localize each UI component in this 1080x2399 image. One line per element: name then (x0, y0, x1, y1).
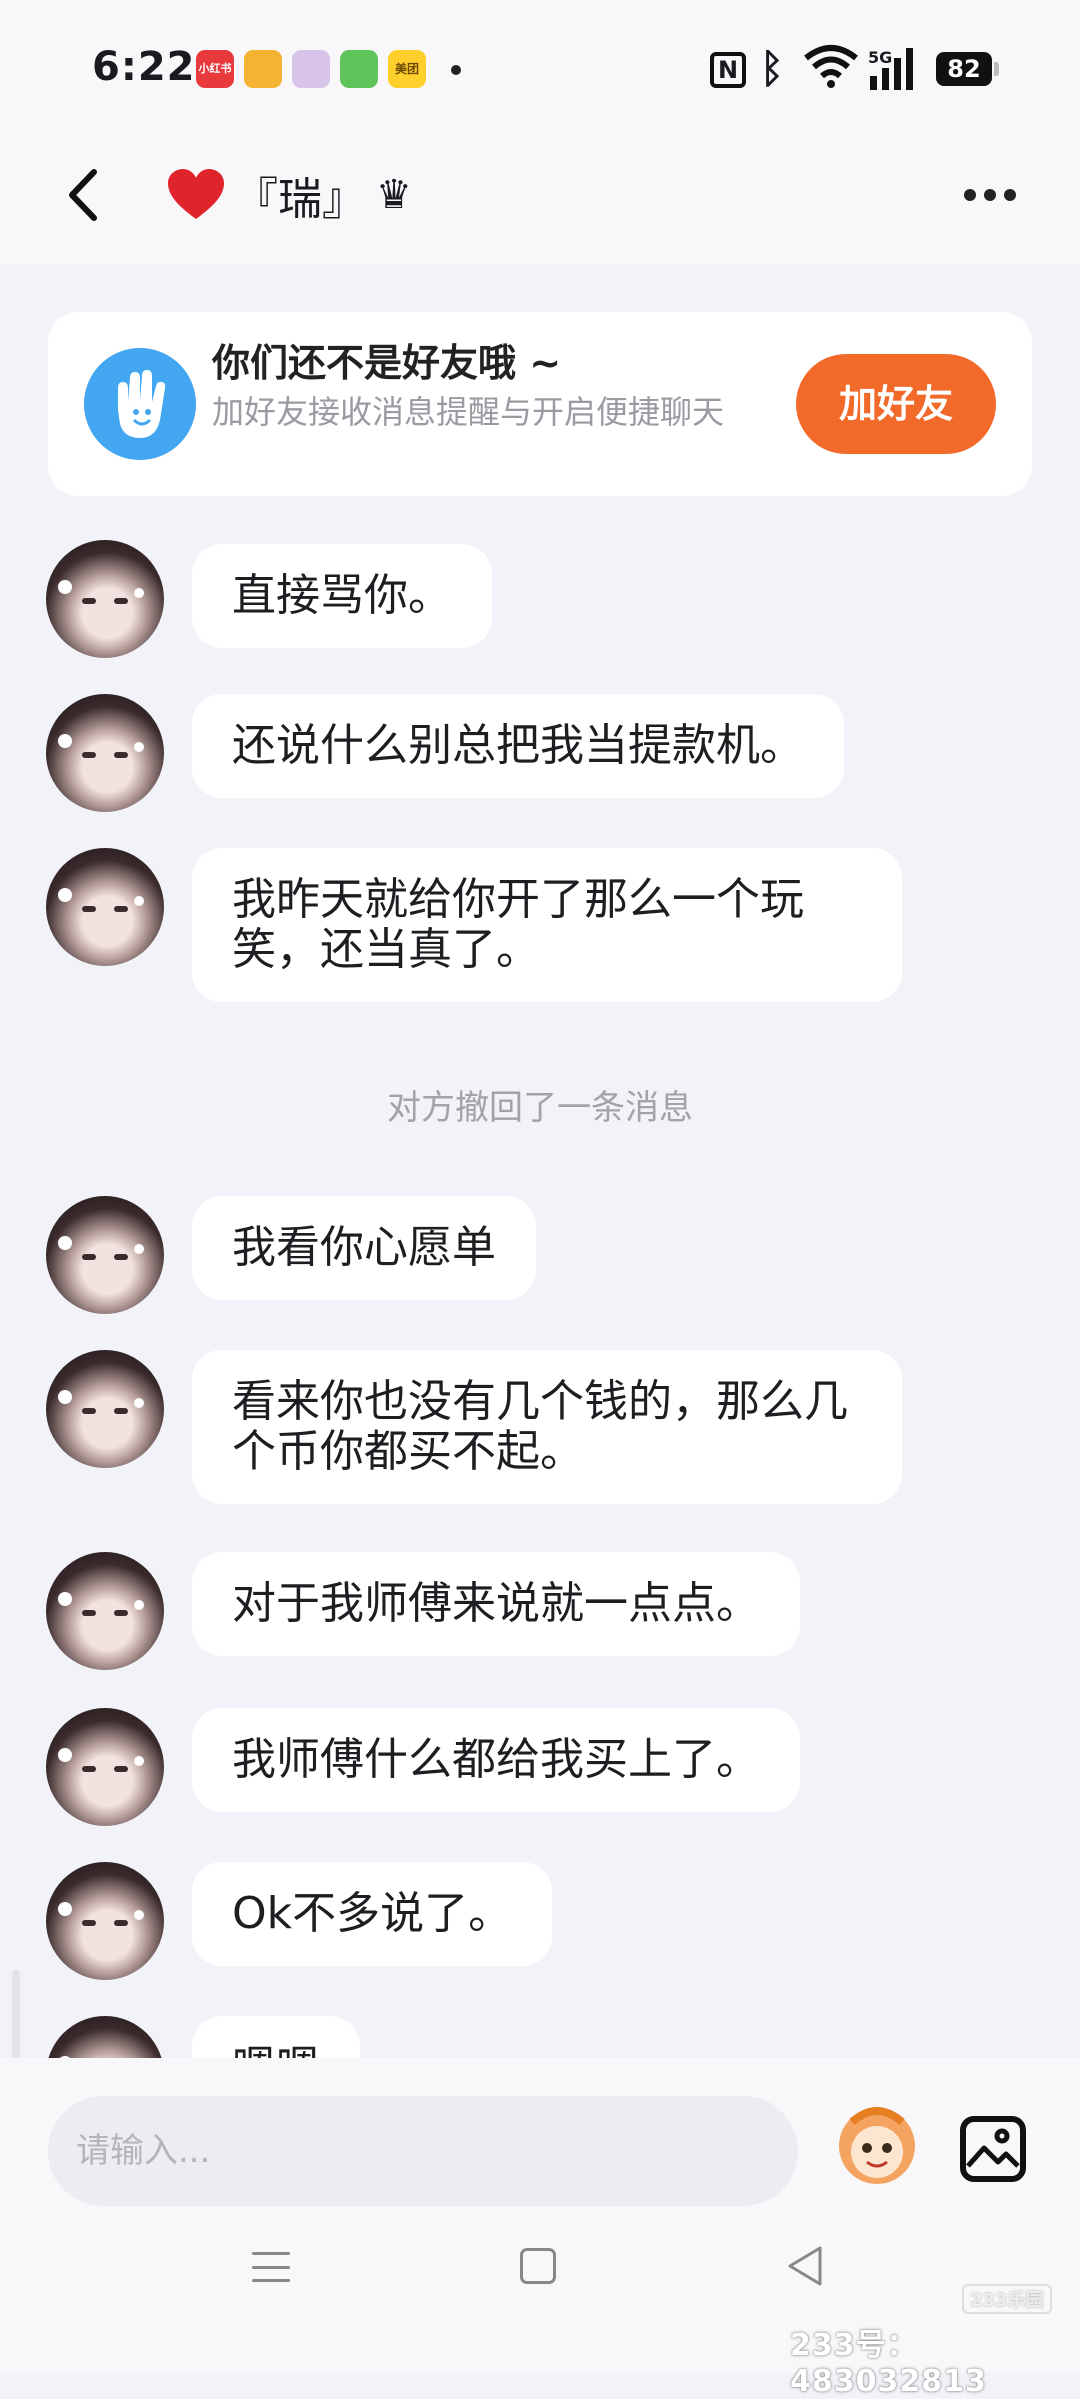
messages-app-icon (340, 50, 378, 88)
sender-avatar[interactable] (46, 694, 164, 812)
message-bubble[interactable]: 对于我师傅来说就一点点。 (192, 1552, 800, 1656)
sender-avatar[interactable] (46, 1196, 164, 1314)
chat-header: 『瑞』 ♛ (0, 150, 1080, 265)
watermark-id: 233号：483032813 (790, 2328, 987, 2399)
sender-avatar[interactable] (46, 1862, 164, 1980)
contact-name: 『瑞』 (234, 174, 366, 225)
back-button[interactable] (60, 160, 110, 230)
banner-subtitle: 加好友接收消息提醒与开启便捷聊天 (212, 393, 725, 431)
wifi-icon (804, 45, 858, 88)
waving-hand-icon (84, 348, 196, 460)
xiaohongshu-app-icon: 小红书 (196, 50, 234, 88)
image-picker-button[interactable] (960, 2116, 1026, 2182)
chat-title: 『瑞』 ♛ (168, 160, 412, 230)
recall-notice: 对方撤回了一条消息 (387, 1088, 693, 1128)
photos-app-icon (292, 50, 330, 88)
sender-avatar[interactable] (46, 540, 164, 658)
crown-icon: ♛ (376, 172, 412, 218)
nav-back-button[interactable] (786, 2244, 826, 2288)
sender-avatar[interactable] (46, 1708, 164, 1826)
monkey-emoji-button[interactable] (834, 2100, 920, 2186)
battery-tip-icon (994, 62, 999, 76)
banner-title: 你们还不是好友哦 ~ (212, 341, 562, 385)
battery-level: 82 (936, 52, 992, 86)
message-input[interactable] (48, 2096, 798, 2206)
nav-recents-button[interactable] (252, 2252, 290, 2282)
sender-avatar[interactable] (46, 1552, 164, 1670)
sender-avatar[interactable] (46, 1350, 164, 1468)
red-heart-icon (168, 169, 224, 219)
image-icon (966, 2128, 1020, 2168)
message-bubble[interactable]: 我看你心愿单 (192, 1196, 536, 1300)
nfc-icon: N (710, 52, 746, 88)
message-bubble[interactable]: 还说什么别总把我当提款机。 (192, 694, 844, 798)
add-friend-banner: 你们还不是好友哦 ~ 加好友接收消息提醒与开启便捷聊天 加好友 (48, 312, 1032, 496)
status-bar: 6:22 小红书 美团 N ᛒ 5G 82 (0, 0, 1080, 150)
meituan-app-icon: 美团 (388, 50, 426, 88)
more-options-button[interactable] (964, 185, 1024, 205)
message-bubble[interactable]: 直接骂你。 (192, 544, 492, 648)
bluetooth-icon: ᛒ (760, 46, 784, 92)
status-time: 6:22 (92, 44, 196, 90)
add-friend-button[interactable]: 加好友 (796, 354, 996, 454)
video-app-icon (244, 50, 282, 88)
message-bubble[interactable]: 看来你也没有几个钱的，那么几个币你都买不起。 (192, 1350, 902, 1504)
message-bubble[interactable]: 我师傅什么都给我买上了。 (192, 1708, 800, 1812)
cellular-signal-icon (870, 48, 913, 90)
message-bubble[interactable]: Ok不多说了。 (192, 1862, 553, 1966)
message-bubble[interactable]: 我昨天就给你开了那么一个玩笑，还当真了。 (192, 848, 902, 1002)
sender-avatar[interactable] (46, 848, 164, 966)
nav-home-button[interactable] (520, 2248, 556, 2284)
notification-dot-icon (451, 65, 461, 75)
watermark-logo: 233乐园 (962, 2284, 1052, 2314)
